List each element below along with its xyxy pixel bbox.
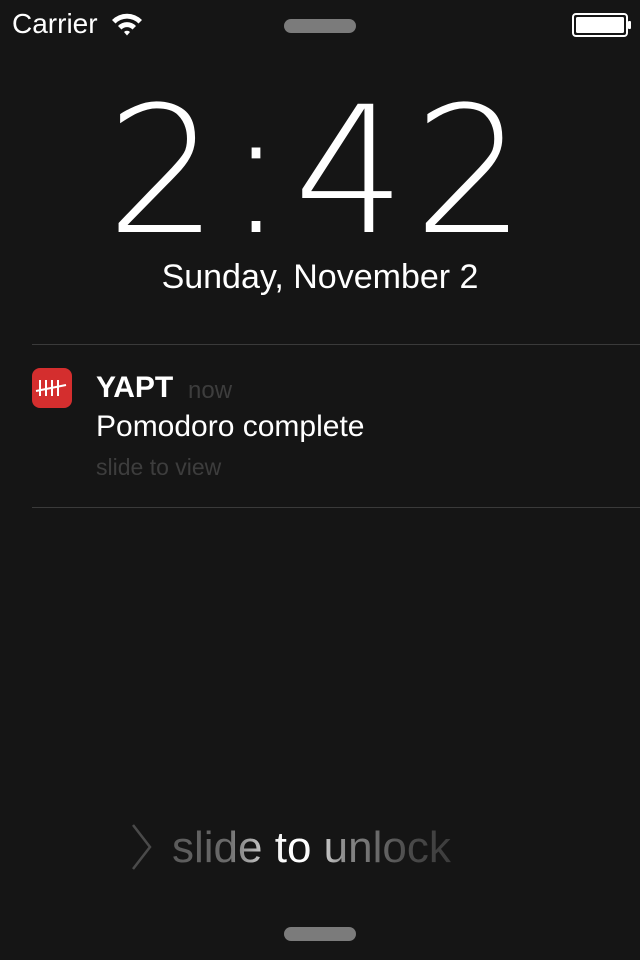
wifi-icon: [112, 13, 142, 36]
battery-icon: [572, 13, 631, 37]
lock-screen: Carrier 2:42 Sunday, November 2 YAPT now…: [0, 0, 640, 960]
chevron-right-icon: [132, 824, 152, 870]
notification-time: now: [188, 377, 233, 404]
control-center-grabber[interactable]: [284, 927, 356, 941]
carrier-label: Carrier: [12, 8, 98, 39]
slide-to-unlock-label: slide to unlock: [172, 820, 451, 876]
notification-message: Pomodoro complete: [96, 410, 365, 443]
notification-center-grabber[interactable]: [284, 19, 356, 33]
notification-divider-top: [32, 344, 640, 345]
notification-divider-bottom: [32, 507, 640, 508]
slide-to-unlock-slider[interactable]: slide to unlock: [120, 812, 520, 882]
lock-clock: 2:42: [106, 69, 534, 274]
lock-date: Sunday, November 2: [161, 258, 479, 296]
notification-slide-to-view[interactable]: slide to view: [96, 452, 221, 482]
notification-app-name: YAPT: [96, 371, 174, 404]
tally-marks-icon: [32, 368, 72, 408]
